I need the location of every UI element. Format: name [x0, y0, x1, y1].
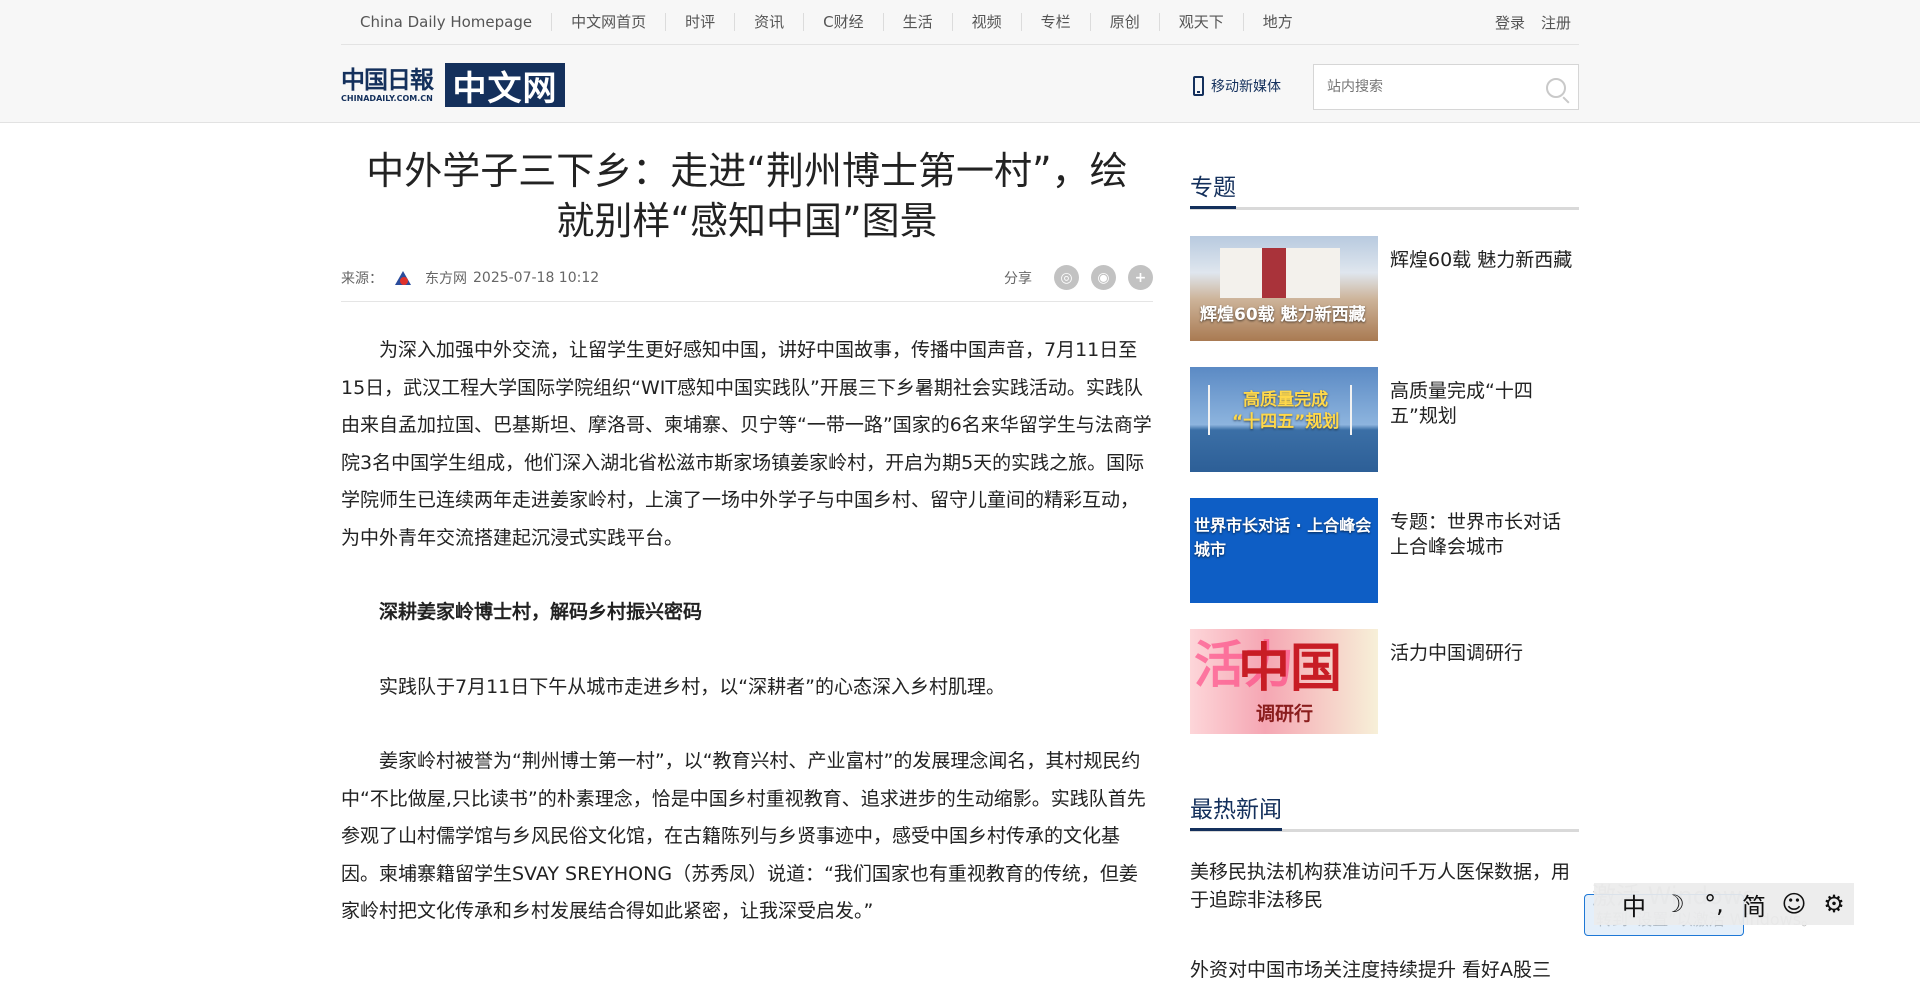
logo-box: 中文网	[445, 63, 565, 109]
logo-english-text: CHINADAILY.COM.CN	[341, 94, 433, 103]
site-header: China Daily Homepage 中文网首页 时评 资讯 C财经 生活 …	[0, 0, 1920, 123]
wind-turbine-icon	[1208, 385, 1210, 435]
moon-icon[interactable]: ☽	[1660, 890, 1688, 918]
topic-title: 活力中国调研行	[1390, 642, 1524, 664]
article-meta: 来源： 东方网 2025-07-18 10:12 分享 ◎ ◉ +	[341, 265, 1153, 302]
thumbnail-caption: 辉煌60载 魅力新西藏	[1200, 305, 1366, 325]
article-subheading: 深耕姜家岭博士村，解码乡村振兴密码	[379, 601, 703, 623]
topic-item-tibet[interactable]: 辉煌60载 魅力新西藏 辉煌60载 魅力新西藏	[1190, 236, 1579, 341]
logo-chinese-text: 中国日報	[341, 65, 434, 94]
site-search	[1313, 64, 1579, 110]
article-paragraph: 为深入加强中外交流，让留学生更好感知中国，讲好中国故事，传播中国声音，7月11日…	[341, 339, 1152, 549]
phone-icon	[1193, 76, 1204, 96]
hot-news-title: 最热新闻	[1190, 794, 1282, 831]
nav-item-chinese-home[interactable]: 中文网首页	[551, 13, 665, 31]
mobile-media-link[interactable]: 移动新媒体	[1193, 76, 1281, 96]
hot-news-item[interactable]: 外资对中国市场关注度持续提升 看好A股三	[1190, 956, 1579, 984]
weibo-share-icon[interactable]: ◉	[1091, 265, 1116, 290]
mobile-media-label: 移动新媒体	[1211, 79, 1281, 95]
site-logo[interactable]: 中国日報 CHINADAILY.COM.CN 中文网	[341, 62, 569, 109]
palace-illustration	[1220, 248, 1340, 298]
thumbnail-caption: 高质量完成 “十四五”规划	[1232, 389, 1339, 433]
nav-item-original[interactable]: 原创	[1089, 13, 1159, 31]
topic-thumbnail: 活力 中国 调研行	[1190, 629, 1378, 734]
nav-item-life[interactable]: 生活	[882, 13, 952, 31]
source-name: 东方网	[425, 270, 467, 287]
hot-news-item[interactable]: 美移民执法机构获准访问千万人医保数据，用于追踪非法移民	[1190, 858, 1579, 914]
topics-header: 专题	[1190, 172, 1579, 210]
article-paragraph: 实践队于7月11日下午从城市走进乡村，以“深耕者”的心态深入乡村肌理。	[379, 675, 1005, 698]
wechat-share-icon[interactable]: ◎	[1054, 265, 1079, 290]
topic-thumbnail: 高质量完成 “十四五”规划	[1190, 367, 1378, 472]
hot-news-header: 最热新闻	[1190, 794, 1579, 832]
share-label: 分享	[1004, 270, 1032, 287]
top-navigation: China Daily Homepage 中文网首页 时评 资讯 C财经 生活 …	[341, 0, 1579, 45]
source-logo-icon	[393, 269, 411, 287]
topic-item-vibrant-china[interactable]: 活力 中国 调研行 活力中国调研行	[1190, 629, 1579, 734]
emoji-icon[interactable]: ☺	[1780, 890, 1808, 918]
topics-title: 专题	[1190, 172, 1236, 209]
topic-item-five-year-plan[interactable]: 高质量完成 “十四五”规划 高质量完成“十四五”规划	[1190, 367, 1579, 472]
thumbnail-sub-text: 调研行	[1256, 703, 1314, 725]
nav-item-local[interactable]: 地方	[1242, 13, 1312, 31]
nav-item-world[interactable]: 观天下	[1158, 13, 1243, 31]
nav-item-columns[interactable]: 专栏	[1020, 13, 1090, 31]
thumbnail-decoration	[1198, 540, 1368, 554]
topic-title: 辉煌60载 魅力新西藏	[1390, 249, 1573, 271]
gear-icon[interactable]: ⚙	[1820, 890, 1848, 918]
article-body: 为深入加强中外交流，让留学生更好感知中国，讲好中国故事，传播中国声音，7月11日…	[341, 332, 1153, 931]
ime-simplified-button[interactable]: 简	[1740, 887, 1768, 922]
ime-toolbar: 中 ☽ °, 简 ☺ ⚙	[1594, 883, 1854, 925]
nav-item-commentary[interactable]: 时评	[665, 13, 734, 31]
publish-date: 2025-07-18 10:12	[473, 269, 600, 286]
ime-chinese-mode-button[interactable]: 中	[1620, 887, 1648, 922]
source-label: 来源：	[341, 270, 383, 287]
topic-title: 高质量完成“十四五”规划	[1390, 380, 1533, 427]
topic-item-mayors-dialogue[interactable]: 世界市长对话 · 上合峰会城市 专题：世界市长对话上合峰会城市	[1190, 498, 1579, 603]
thumbnail-caption-line: “十四五”规划	[1232, 412, 1340, 432]
nav-item-video[interactable]: 视频	[951, 13, 1021, 31]
article: 中外学子三下乡：走进“荆州博士第一村”，绘就别样“感知中国”图景 来源： 东方网…	[341, 146, 1153, 968]
more-share-icon[interactable]: +	[1128, 265, 1153, 290]
register-link[interactable]: 注册	[1533, 12, 1579, 33]
article-title: 中外学子三下乡：走进“荆州博士第一村”，绘就别样“感知中国”图景	[366, 149, 1128, 243]
logo-wordmark: 中国日報 CHINADAILY.COM.CN	[341, 62, 445, 108]
topic-title: 专题：世界市长对话上合峰会城市	[1390, 511, 1562, 558]
nav-china-daily-homepage[interactable]: China Daily Homepage	[341, 13, 551, 31]
sidebar: 专题 辉煌60载 魅力新西藏 辉煌60载 魅力新西藏 高质量完成 “十四五”规划…	[1190, 172, 1579, 984]
thumbnail-caption-line: 高质量完成	[1243, 390, 1329, 410]
hot-news-section: 最热新闻 美移民执法机构获准访问千万人医保数据，用于追踪非法移民 外资对中国市场…	[1190, 794, 1579, 984]
login-link[interactable]: 登录	[1487, 12, 1533, 33]
topic-thumbnail: 辉煌60载 魅力新西藏	[1190, 236, 1378, 341]
search-icon[interactable]	[1546, 78, 1566, 98]
wind-turbine-icon	[1350, 385, 1352, 435]
topic-thumbnail: 世界市长对话 · 上合峰会城市	[1190, 498, 1378, 603]
search-input[interactable]	[1314, 67, 1534, 107]
nav-item-finance[interactable]: C财经	[803, 13, 882, 31]
thumbnail-big-text: 中国	[1238, 638, 1343, 699]
punctuation-icon[interactable]: °,	[1700, 890, 1728, 918]
nav-item-news[interactable]: 资讯	[734, 13, 803, 31]
article-paragraph: 姜家岭村被誉为“荆州博士第一村”，以“教育兴村、产业富村”的发展理念闻名，其村规…	[341, 750, 1146, 922]
